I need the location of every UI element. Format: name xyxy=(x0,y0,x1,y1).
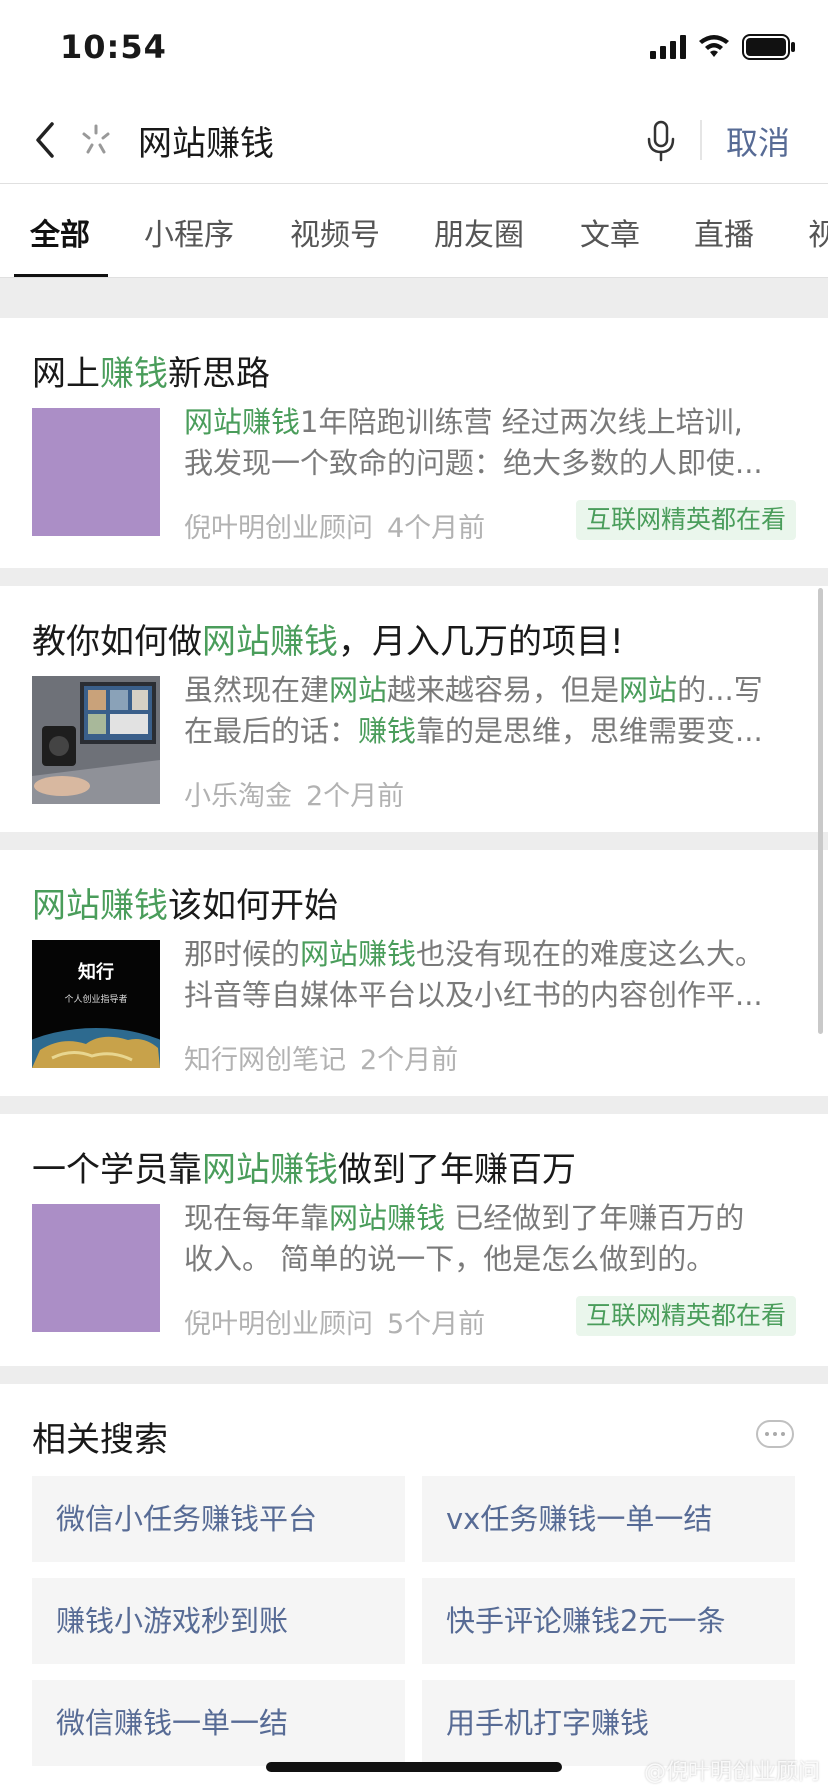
status-icons xyxy=(650,34,796,60)
signal-icon xyxy=(650,35,686,59)
tab-live[interactable]: 直播 xyxy=(694,210,754,254)
wifi-icon xyxy=(699,35,729,57)
tab-moments[interactable]: 朋友圈 xyxy=(434,210,524,254)
related-search-item[interactable]: 微信小任务赚钱平台 xyxy=(32,1476,405,1562)
highlighted-keyword: 网站赚钱 xyxy=(32,886,168,926)
result-meta: 知行网创笔记 2个月前 xyxy=(184,1038,458,1077)
text-segment: ，月入几万的项目! xyxy=(338,622,624,662)
result-title: 网站赚钱该如何开始 xyxy=(32,878,338,927)
text-segment: 该如何开始 xyxy=(168,886,338,926)
highlighted-keyword: 网站赚钱 xyxy=(300,937,417,971)
result-time: 4个月前 xyxy=(387,513,486,544)
highlighted-keyword: 网站赚钱 xyxy=(202,1150,338,1190)
battery-icon xyxy=(742,34,795,60)
result-thumbnail xyxy=(32,1204,160,1332)
text-segment: 做到了年赚百万 xyxy=(338,1150,576,1190)
result-title: 一个学员靠网站赚钱做到了年赚百万 xyxy=(32,1142,576,1191)
related-search-item[interactable]: 微信赚钱一单一结 xyxy=(32,1680,405,1766)
text-segment: 收入。 简单的说一下，他是怎么做到的。 xyxy=(184,1242,716,1276)
tab-articles[interactable]: 文章 xyxy=(580,210,640,254)
text-segment: 我发现一个致命的问题：绝大多数的人即使... xyxy=(184,446,763,480)
result-author: 倪叶明创业顾问 xyxy=(184,513,373,544)
result-card[interactable]: 网上赚钱新思路 网站赚钱1年陪跑训练营 经过两次线上培训, 我发现一个致命的问题… xyxy=(0,318,828,568)
result-time: 2个月前 xyxy=(306,781,405,812)
result-meta: 小乐淘金 2个月前 xyxy=(184,774,404,813)
highlighted-keyword: 网站赚钱 xyxy=(184,405,301,439)
result-meta: 倪叶明创业顾问 5个月前 xyxy=(184,1302,485,1341)
status-time: 10:54 xyxy=(60,28,167,66)
text-segment: 现在每年靠 xyxy=(184,1201,330,1235)
text-segment: 网上 xyxy=(32,354,100,394)
result-thumbnail xyxy=(32,408,160,536)
result-author: 知行网创笔记 xyxy=(184,1045,346,1076)
text-segment: 的...写 xyxy=(677,673,763,707)
tab-channels[interactable]: 视频号 xyxy=(290,210,380,254)
text-segment: 那时候的 xyxy=(184,937,301,971)
cancel-button[interactable]: 取消 xyxy=(726,118,790,164)
popular-badge: 互联网精英都在看 xyxy=(575,1296,796,1336)
active-tab-indicator xyxy=(14,274,108,277)
related-searches-title: 相关搜索 xyxy=(32,1420,168,1460)
thumbnail-brand-subtitle: 个人创业指导者 xyxy=(64,995,128,1005)
result-snippet: 网站赚钱1年陪跑训练营 经过两次线上培训, 我发现一个致命的问题：绝大多数的人即… xyxy=(184,402,796,484)
text-segment: 已经做到了年赚百万的 xyxy=(445,1201,745,1235)
highlighted-keyword: 网站赚钱 xyxy=(329,1201,446,1235)
result-thumbnail xyxy=(32,676,160,804)
related-search-item[interactable]: 赚钱小游戏秒到账 xyxy=(32,1578,405,1664)
text-segment: 新思路 xyxy=(168,354,270,394)
result-time: 5个月前 xyxy=(387,1309,486,1340)
text-segment: 抖音等自媒体平台以及小红书的内容创作平... xyxy=(184,978,763,1012)
related-searches: 相关搜索 微信小任务赚钱平台 vx任务赚钱一单一结 赚钱小游戏秒到账 快手评论赚… xyxy=(0,1384,828,1792)
highlighted-keyword: 赚钱 xyxy=(100,354,168,394)
result-snippet: 现在每年靠网站赚钱 已经做到了年赚百万的 收入。 简单的说一下，他是怎么做到的。 xyxy=(184,1198,796,1280)
highlighted-keyword: 网站赚钱 xyxy=(202,622,338,662)
search-input[interactable]: 网站赚钱 xyxy=(138,116,274,165)
tab-all[interactable]: 全部 xyxy=(30,210,90,254)
highlighted-keyword: 网站 xyxy=(329,673,388,707)
search-sparkle-icon xyxy=(82,124,110,154)
result-card[interactable]: 教你如何做网站赚钱，月入几万的项目! 虽然现在建网站越来越容易，但是网站的...… xyxy=(0,586,828,832)
back-icon[interactable] xyxy=(30,118,60,162)
highlighted-keyword: 赚钱 xyxy=(358,714,417,748)
tab-video-partial[interactable]: 视 xyxy=(808,210,828,254)
watermark-text: @倪叶明创业顾问 xyxy=(643,1760,820,1785)
result-title: 网上赚钱新思路 xyxy=(32,346,270,395)
header-divider xyxy=(700,120,702,160)
result-author: 小乐淘金 xyxy=(184,781,292,812)
result-thumbnail: 知行 个人创业指导者 xyxy=(32,940,160,1068)
text-segment: 虽然现在建 xyxy=(184,673,330,707)
text-segment: 在最后的话： xyxy=(184,714,359,748)
result-author: 倪叶明创业顾问 xyxy=(184,1309,373,1340)
result-card[interactable]: 网站赚钱该如何开始 知行 个人创业指导者 那时候的网站赚钱也没有现在的难度这么大… xyxy=(0,850,828,1096)
highlighted-keyword: 网站 xyxy=(619,673,678,707)
tab-mini-programs[interactable]: 小程序 xyxy=(144,210,234,254)
result-title: 教你如何做网站赚钱，月入几万的项目! xyxy=(32,614,624,663)
text-segment: 越来越容易，但是 xyxy=(387,673,620,707)
text-segment: 也没有现在的难度这么大。 xyxy=(416,937,765,971)
related-search-item[interactable]: vx任务赚钱一单一结 xyxy=(422,1476,795,1562)
popular-badge: 互联网精英都在看 xyxy=(575,500,796,540)
result-time: 2个月前 xyxy=(360,1045,459,1076)
thumbnail-brand-text: 知行 xyxy=(78,962,114,983)
scrollbar[interactable] xyxy=(818,588,823,1034)
text-segment: 靠的是思维，思维需要变... xyxy=(416,714,763,748)
status-bar: 10:54 xyxy=(0,0,828,96)
text-segment: 一个学员靠 xyxy=(32,1150,202,1190)
result-meta: 倪叶明创业顾问 4个月前 xyxy=(184,506,485,545)
text-segment: 教你如何做 xyxy=(32,622,202,662)
related-search-item[interactable]: 快手评论赚钱2元一条 xyxy=(422,1578,795,1664)
microphone-icon[interactable] xyxy=(646,120,676,162)
result-card[interactable]: 一个学员靠网站赚钱做到了年赚百万 现在每年靠网站赚钱 已经做到了年赚百万的 收入… xyxy=(0,1114,828,1366)
search-header: 网站赚钱 取消 xyxy=(0,96,828,184)
text-segment: 1年陪跑训练营 经过两次线上培训, xyxy=(300,405,743,439)
more-options-icon[interactable] xyxy=(756,1420,794,1448)
category-tabs: 全部 小程序 视频号 朋友圈 文章 直播 视 xyxy=(0,184,828,278)
result-snippet: 那时候的网站赚钱也没有现在的难度这么大。 抖音等自媒体平台以及小红书的内容创作平… xyxy=(184,934,796,1016)
result-snippet: 虽然现在建网站越来越容易，但是网站的...写 在最后的话：赚钱靠的是思维，思维需… xyxy=(184,670,796,752)
home-indicator[interactable] xyxy=(266,1762,562,1772)
laptop-photo-icon xyxy=(32,676,160,804)
